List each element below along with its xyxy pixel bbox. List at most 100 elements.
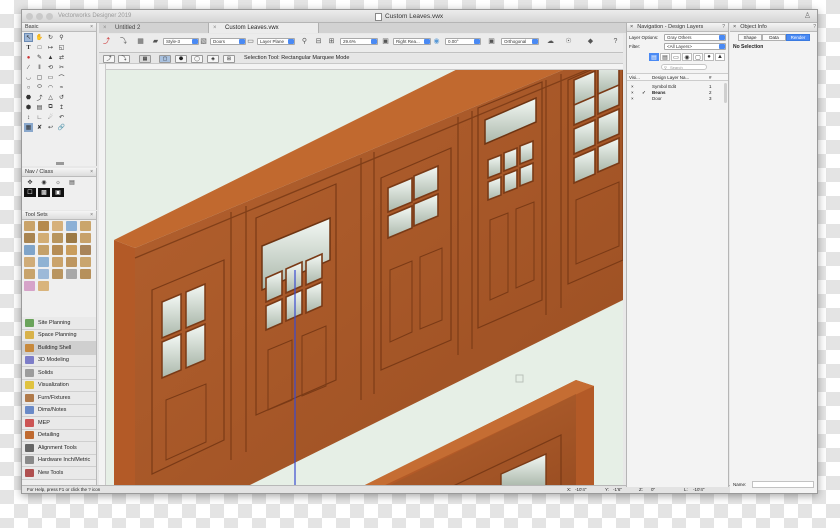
eyedropper-tool-icon[interactable]: ● [24,53,33,62]
color-picker-icon[interactable]: ✎ [35,53,44,62]
name-column-header[interactable]: Design Layer Na... [652,74,689,81]
help-icon[interactable]: ? [611,37,620,46]
door-tool-icon[interactable] [52,221,63,231]
tool-set-space-planning[interactable]: Space Planning [22,329,96,342]
connect-tool-icon[interactable]: ↕ [24,113,33,122]
zoom-window-button[interactable] [46,13,53,20]
visibility-column-header[interactable]: Visi... [629,74,640,81]
number-column-header[interactable]: # [709,74,712,81]
move-arrows-icon[interactable]: ✥ [24,178,36,187]
dimension-tool-icon[interactable]: ↦ [46,43,55,52]
arc-tool-icon[interactable]: ◡ [24,73,33,82]
class-hide-icon[interactable]: ▣ [52,188,64,197]
layer-row[interactable]: × Door 3 [627,96,728,102]
layer-stack-icon[interactable]: ▤ [66,178,78,187]
floor-tool-icon[interactable] [66,269,77,279]
tool-set-alignment-tools[interactable]: Alignment Tools [22,442,96,455]
close-icon[interactable]: × [90,211,93,220]
x-coordinate-field[interactable]: -10'4" [575,486,586,493]
close-window-button[interactable] [26,13,33,20]
polygon-mode-icon[interactable]: ⬣ [175,55,187,63]
snap-icon[interactable]: ⤵ [119,37,128,46]
fillet-tool-icon[interactable]: ⌒ [57,73,66,82]
regular-polygon-icon[interactable]: ⬢ [24,103,33,112]
locus-tool-icon[interactable]: ✘ [35,123,44,132]
constraint-icon[interactable]: ⤴ [102,37,111,46]
help-icon[interactable]: ? [813,23,816,32]
tool-set-detailing[interactable]: Detailing [22,429,96,442]
close-icon[interactable]: × [630,24,633,30]
selection-tool-icon[interactable]: ↖ [24,33,33,42]
view-cube-icon[interactable]: ▣ [381,37,390,46]
millwork-tool-icon[interactable] [66,257,77,267]
polygon-tool-icon[interactable]: ⬣ [24,93,33,102]
class-dropdown[interactable]: Doors [210,38,246,45]
mirror-tool-icon[interactable]: ⇄ [57,53,66,62]
offset-tool-icon[interactable]: ⟲ [46,63,55,72]
projection-dropdown[interactable]: Orthogonal [501,38,539,45]
class-gray-icon[interactable]: ▩ [38,188,50,197]
l-length-field[interactable]: -10'4" [693,486,704,493]
line-tool-icon[interactable]: ∕ [24,63,33,72]
y-coordinate-field[interactable]: -1'6" [613,486,622,493]
close-icon[interactable]: × [733,24,736,30]
working-plane-icon[interactable]: ▦ [136,37,145,46]
double-line-polygon-icon[interactable]: ▤ [35,103,44,112]
help-icon[interactable]: ? [722,23,725,32]
pilaster-tool-icon[interactable] [24,257,35,267]
tool-set-site-planning[interactable]: Site Planning [22,317,96,330]
window-tool-icon[interactable] [66,221,77,231]
class-visibility-icon[interactable]: ☼ [52,178,64,187]
pan-tool-icon[interactable]: ✋ [35,33,44,42]
cabinet-tool-icon[interactable] [52,257,63,267]
column-tool-icon[interactable] [80,221,91,231]
close-tab-icon[interactable]: × [103,23,107,33]
push-pull-icon[interactable]: ▲ [46,53,55,62]
mode-pick-icon[interactable]: ⤵ [118,55,130,63]
reference-tool-icon[interactable]: 🔗 [57,123,66,132]
layer-plane-dropdown[interactable]: Layer Plane [257,38,295,45]
flyover-tool-icon[interactable]: ↻ [46,33,55,42]
name-field[interactable] [752,481,814,488]
glazing-tool-icon[interactable] [38,257,49,267]
spiral-tool-icon[interactable]: ↺ [57,93,66,102]
visibility-icon[interactable]: ◆ [586,37,595,46]
palette-resize-handle[interactable] [56,162,64,165]
tool-set-hardware[interactable]: Hardware Inch/Metric [22,454,96,467]
quarter-arc-icon[interactable]: ◠ [46,83,55,92]
truss-tool-icon[interactable] [24,269,35,279]
tab-data[interactable]: Data [762,34,786,41]
skylight-tool-icon[interactable] [24,245,35,255]
tool-set-building-shell[interactable]: Building Shell [22,342,96,355]
drawing-canvas[interactable] [106,70,623,487]
close-icon[interactable]: × [90,23,93,32]
roof-tool-icon[interactable] [52,233,63,243]
eye-icon[interactable]: ◉ [38,178,50,187]
slab-tool-icon[interactable] [38,233,49,243]
minimize-window-button[interactable] [36,13,43,20]
tab-render[interactable]: Render [786,34,810,41]
tool-set-solids[interactable]: Solids [22,367,96,380]
design-layers-view-icon[interactable]: ▤ [649,53,659,61]
zoom-dropdown[interactable]: 29.6% [340,38,378,45]
tool-set-dims-notes[interactable]: Dims/Notes [22,404,96,417]
tool-set-new-tools[interactable]: New Tools [22,467,96,480]
mode-constrain-icon[interactable]: ⤴ [103,55,115,63]
close-tab-icon[interactable]: × [213,23,217,33]
space-tool-icon[interactable] [38,245,49,255]
close-icon[interactable]: × [90,168,93,177]
handrail-tool-icon[interactable] [66,245,77,255]
stair-tool-icon[interactable] [24,233,35,243]
symbols-view-icon[interactable]: ▲ [715,53,725,61]
viewports-view-icon[interactable]: ▢ [693,53,703,61]
rounded-rect-icon[interactable]: ▢ [35,73,44,82]
wall-tool-icon[interactable] [24,221,35,231]
rectangle-tool-icon[interactable]: ▭ [46,73,55,82]
saved-views-view-icon[interactable]: ◉ [682,53,692,61]
zoom-tool-icon[interactable]: ⚲ [57,33,66,42]
mode-settings-icon[interactable]: ⊞ [223,55,235,63]
polyline-tool-icon[interactable]: ⤴ [35,93,44,102]
layer-options-dropdown[interactable]: Gray Others [664,34,726,41]
tab-untitled-2[interactable]: × Untitled 2 [99,23,209,33]
render-mode-icon[interactable]: ☁ [546,37,555,46]
